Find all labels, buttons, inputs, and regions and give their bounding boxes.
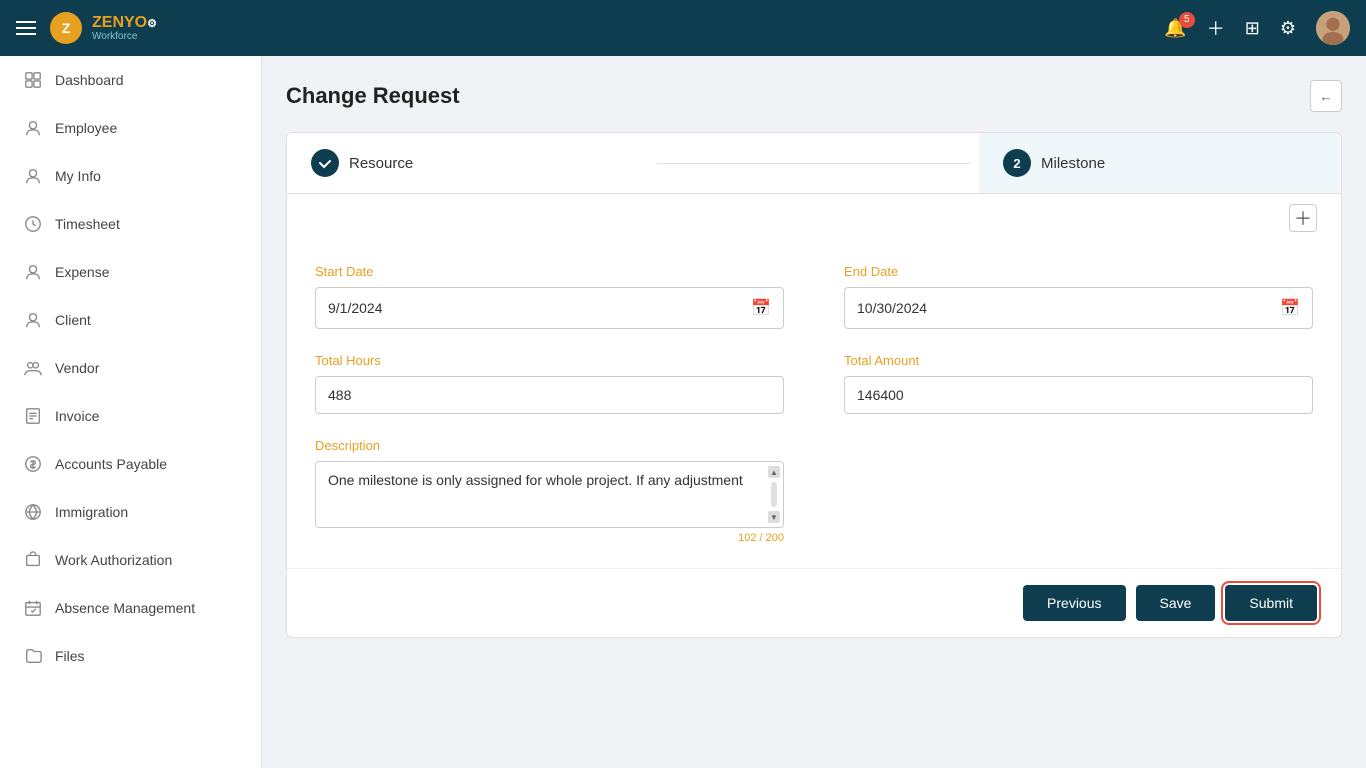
timesheet-icon bbox=[23, 214, 43, 234]
end-date-calendar-icon[interactable]: 📅 bbox=[1280, 298, 1300, 318]
description-textarea-wrap: One milestone is only assigned for whole… bbox=[315, 461, 784, 528]
previous-button[interactable]: Previous bbox=[1023, 585, 1125, 621]
textarea-scrollbar: ▲ ▼ bbox=[767, 466, 781, 523]
step1-circle bbox=[311, 149, 339, 177]
empty-field bbox=[844, 438, 1313, 544]
step1-label: Resource bbox=[349, 155, 413, 172]
add-button[interactable]: ＋ bbox=[1207, 15, 1225, 41]
textarea-scroll-down[interactable]: ▼ bbox=[768, 511, 780, 523]
work-authorization-icon bbox=[23, 550, 43, 570]
end-date-field: End Date 📅 bbox=[844, 264, 1313, 329]
notification-bell[interactable]: 🔔 5 bbox=[1164, 18, 1186, 39]
start-date-input[interactable] bbox=[328, 300, 747, 316]
sidebar: Dashboard Employee My Info Timesheet Exp… bbox=[0, 56, 262, 768]
description-row: Description One milestone is only assign… bbox=[315, 438, 1313, 544]
notification-badge: 5 bbox=[1179, 12, 1195, 28]
back-button[interactable]: ← bbox=[1310, 80, 1342, 112]
immigration-icon bbox=[23, 502, 43, 522]
total-amount-field: Total Amount bbox=[844, 353, 1313, 414]
step2-circle: 2 bbox=[1003, 149, 1031, 177]
files-icon bbox=[23, 646, 43, 666]
apps-grid[interactable]: ⊞ bbox=[1245, 18, 1260, 39]
form-actions: Previous Save Submit bbox=[287, 568, 1341, 637]
end-date-input-wrapper[interactable]: 📅 bbox=[844, 287, 1313, 329]
vendor-icon bbox=[23, 358, 43, 378]
sidebar-item-employee[interactable]: Employee bbox=[0, 104, 261, 152]
sidebar-item-expense[interactable]: Expense bbox=[0, 248, 261, 296]
settings-icon[interactable]: ⚙ bbox=[1280, 18, 1296, 39]
page-title: Change Request bbox=[286, 83, 460, 109]
sidebar-item-accounts-payable[interactable]: Accounts Payable bbox=[0, 440, 261, 488]
total-hours-label: Total Hours bbox=[315, 353, 784, 368]
client-icon bbox=[23, 310, 43, 330]
description-label: Description bbox=[315, 438, 784, 453]
accounts-payable-icon bbox=[23, 454, 43, 474]
top-navigation: Z ZENYO⚙ Workforce 🔔 5 ＋ ⊞ ⚙ bbox=[0, 0, 1366, 56]
sidebar-item-absence-management[interactable]: Absence Management bbox=[0, 584, 261, 632]
end-date-input[interactable] bbox=[857, 300, 1276, 316]
total-amount-label: Total Amount bbox=[844, 353, 1313, 368]
employee-icon bbox=[23, 118, 43, 138]
total-hours-input[interactable] bbox=[315, 376, 784, 414]
step-milestone[interactable]: 2 Milestone bbox=[979, 133, 1341, 193]
invoice-icon bbox=[23, 406, 43, 426]
page-header: Change Request ← bbox=[286, 80, 1342, 112]
app-logo: Z ZENYO⚙ Workforce bbox=[50, 12, 157, 44]
total-amount-input[interactable] bbox=[844, 376, 1313, 414]
user-avatar[interactable] bbox=[1316, 11, 1350, 45]
sidebar-item-invoice[interactable]: Invoice bbox=[0, 392, 261, 440]
step2-label: Milestone bbox=[1041, 155, 1105, 172]
myinfo-icon bbox=[23, 166, 43, 186]
start-date-label: Start Date bbox=[315, 264, 784, 279]
expense-icon bbox=[23, 262, 43, 282]
sidebar-item-client[interactable]: Client bbox=[0, 296, 261, 344]
main-content: Change Request ← Resource 2 Milestone bbox=[262, 56, 1366, 768]
textarea-scroll-up[interactable]: ▲ bbox=[768, 466, 780, 478]
hamburger-menu[interactable] bbox=[16, 21, 36, 35]
sidebar-item-vendor[interactable]: Vendor bbox=[0, 344, 261, 392]
sidebar-item-timesheet[interactable]: Timesheet bbox=[0, 200, 261, 248]
dashboard-icon bbox=[23, 70, 43, 90]
absence-management-icon bbox=[23, 598, 43, 618]
add-row-button[interactable]: ＋ bbox=[1289, 204, 1317, 232]
start-date-field: Start Date 📅 bbox=[315, 264, 784, 329]
total-hours-field: Total Hours bbox=[315, 353, 784, 414]
sidebar-item-myinfo[interactable]: My Info bbox=[0, 152, 261, 200]
end-date-label: End Date bbox=[844, 264, 1313, 279]
save-button[interactable]: Save bbox=[1136, 585, 1216, 621]
sidebar-item-work-authorization[interactable]: Work Authorization bbox=[0, 536, 261, 584]
form-steps: Resource 2 Milestone bbox=[287, 133, 1341, 194]
sidebar-item-dashboard[interactable]: Dashboard bbox=[0, 56, 261, 104]
sidebar-item-immigration[interactable]: Immigration bbox=[0, 488, 261, 536]
sidebar-item-files[interactable]: Files bbox=[0, 632, 261, 680]
hours-amount-row: Total Hours Total Amount bbox=[315, 353, 1313, 414]
description-textarea[interactable]: One milestone is only assigned for whole… bbox=[316, 462, 763, 522]
description-field: Description One milestone is only assign… bbox=[315, 438, 784, 544]
start-date-input-wrapper[interactable]: 📅 bbox=[315, 287, 784, 329]
step-resource[interactable]: Resource bbox=[287, 133, 649, 193]
char-count: 102 / 200 bbox=[315, 532, 784, 544]
start-date-calendar-icon[interactable]: 📅 bbox=[751, 298, 771, 318]
date-row: Start Date 📅 End Date 📅 bbox=[315, 264, 1313, 329]
change-request-form: Resource 2 Milestone ＋ Start D bbox=[286, 132, 1342, 638]
form-body: Start Date 📅 End Date 📅 bbox=[287, 240, 1341, 568]
submit-button[interactable]: Submit bbox=[1225, 585, 1317, 621]
